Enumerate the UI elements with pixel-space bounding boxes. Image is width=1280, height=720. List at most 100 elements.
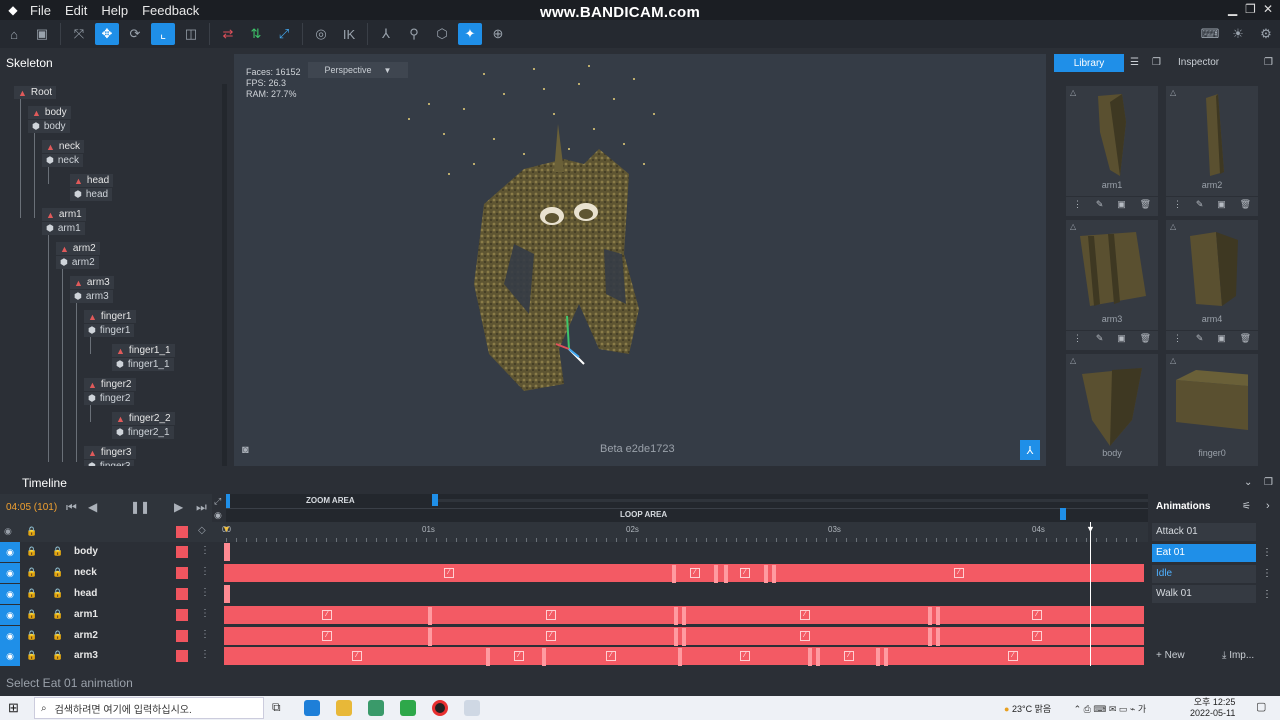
more-icon[interactable]: ⋮ (1073, 333, 1082, 344)
lock-icon[interactable]: 🔒 (26, 546, 37, 557)
tree-node-neck[interactable]: ▲ neck ⬢ neck (42, 140, 162, 168)
camera-icon[interactable]: ◙ (242, 444, 258, 456)
copy-icon[interactable]: ▣ (1117, 199, 1126, 210)
color-swatch[interactable] (176, 609, 188, 621)
keyframe-icon[interactable]: ⁄ (954, 568, 964, 578)
tab-library[interactable]: Library (1054, 54, 1124, 72)
lock-icon[interactable]: 🔒 (26, 526, 37, 537)
popout-icon[interactable]: ❐ (1264, 57, 1273, 68)
tree-node-arm2[interactable]: ▲ arm2 ⬢ arm2 (56, 242, 176, 270)
library-item-finger0[interactable]: △ finger0 (1166, 354, 1258, 466)
menu-help[interactable]: Help (101, 3, 128, 18)
keyframe-bar[interactable]: ⁄ ⁄ ⁄ ⁄ (224, 564, 1144, 583)
keyframe-bar[interactable] (224, 543, 230, 561)
import-animation-button[interactable]: ⤓ Imp... (1222, 650, 1254, 661)
keyframe-bar[interactable] (224, 585, 230, 603)
file-explorer-icon[interactable] (336, 700, 352, 716)
record-icon[interactable] (432, 700, 448, 716)
keyframe-icon[interactable]: ⁄ (1008, 651, 1018, 661)
lock-icon[interactable]: 🔒 (26, 588, 37, 599)
track-row-head[interactable]: ◉ 🔒 🔒 head ⋮ (0, 584, 1148, 604)
camera-mode-select[interactable]: Perspective ▼ (308, 62, 408, 78)
cube-icon[interactable]: ⬡ (430, 23, 454, 45)
axis-toggle-icon[interactable]: ⅄ (1020, 440, 1040, 460)
expand-icon[interactable]: ⤢ (214, 496, 221, 507)
lock-icon[interactable]: 🔒 (52, 609, 63, 620)
more-icon[interactable]: ⋮ (200, 629, 210, 640)
zoom-loop-area[interactable]: ZOOM AREA LOOP AREA (226, 494, 1148, 522)
eye-icon[interactable]: ◉ (0, 646, 20, 666)
eye-icon[interactable]: ◉ (0, 605, 20, 625)
keyframe-icon[interactable]: ⁄ (546, 610, 556, 620)
chevron-right-icon[interactable]: › (1266, 500, 1270, 512)
library-item-arm1[interactable]: △ arm1 ⋮ ✎ ▣ 🗑 (1066, 86, 1158, 216)
eye-icon[interactable]: ◉ (214, 510, 222, 521)
save-icon[interactable]: ▣ (30, 23, 54, 45)
keyframe-icon[interactable]: ⁄ (546, 631, 556, 641)
global-space-icon[interactable]: ◫ (179, 23, 203, 45)
restore-icon[interactable]: ❐ (1245, 2, 1256, 16)
track-row-body[interactable]: ◉ 🔒 🔒 body ⋮ (0, 542, 1148, 562)
tab-inspector[interactable]: Inspector (1178, 57, 1219, 68)
weather-widget[interactable]: ● 23°C 맑음 ⌃ ⎙ ⌨ ✉ ▭ ⌁ 가 (1004, 702, 1146, 715)
lock-icon[interactable]: 🔒 (52, 567, 63, 578)
step-forward-icon[interactable]: ▶ (174, 500, 183, 514)
eye-icon[interactable]: ◉ (0, 584, 20, 604)
menu-feedback[interactable]: Feedback (142, 3, 199, 18)
lock-icon[interactable]: 🔒 (52, 630, 63, 641)
loop-end-handle[interactable] (1060, 508, 1066, 520)
delete-icon[interactable]: 🗑 (1140, 333, 1151, 344)
lock-icon[interactable]: 🔒 (52, 546, 63, 557)
menu-file[interactable]: File (30, 3, 51, 18)
color-swatch[interactable] (176, 546, 188, 558)
track-row-arm3[interactable]: ◉ 🔒 🔒 arm3 ⋮ ⁄ ⁄ ⁄ ⁄ ⁄ ⁄ (0, 646, 1148, 666)
local-space-icon[interactable]: ⌞ (151, 23, 175, 45)
menu-edit[interactable]: Edit (65, 3, 87, 18)
popout-icon[interactable]: ❐ (1152, 57, 1161, 68)
time-ruler[interactable]: 00 01s 02s 03s 04s ▼ ▼ (222, 522, 1148, 542)
more-icon[interactable]: ⋮ (200, 608, 210, 619)
skip-start-icon[interactable]: ⏮ (66, 500, 77, 515)
more-icon[interactable]: ⋮ (200, 566, 210, 577)
tree-node-body[interactable]: ▲ body ⬢ body (28, 106, 148, 134)
new-animation-button[interactable]: + New (1156, 650, 1185, 661)
home-icon[interactable]: ⌂ (2, 23, 26, 45)
more-icon[interactable]: ⋮ (1073, 199, 1082, 210)
edit-icon[interactable]: ✎ (1196, 333, 1204, 344)
mirror-y-icon[interactable]: ⇅ (244, 23, 268, 45)
tree-node-finger3[interactable]: ▲finger3 ⬢ finger3 (84, 446, 204, 466)
animation-item-walk01[interactable]: Walk 01 (1152, 585, 1256, 603)
keyframe-bar[interactable]: ⁄ ⁄ ⁄ ⁄ ⁄ ⁄ (224, 647, 1144, 666)
keyframe-icon[interactable]: ◇ (198, 525, 206, 536)
more-icon[interactable]: ⋮ (200, 649, 210, 660)
delete-icon[interactable]: 🗑 (1140, 199, 1151, 210)
keyframe-icon[interactable]: ⁄ (322, 610, 332, 620)
keyframe-icon[interactable]: ⁄ (606, 651, 616, 661)
keyframe-icon[interactable]: ⁄ (740, 568, 750, 578)
color-swatch[interactable] (176, 650, 188, 662)
keyframe-icon[interactable]: ⁄ (514, 651, 524, 661)
track-row-neck[interactable]: ◉ 🔒 🔒 neck ⋮ ⁄ ⁄ ⁄ ⁄ (0, 563, 1148, 583)
keyframe-bar[interactable]: ⁄ ⁄ ⁄ ⁄ (224, 606, 1144, 625)
keyframe-icon[interactable]: ⁄ (352, 651, 362, 661)
animation-item-attack01[interactable]: Attack 01 (1152, 523, 1256, 541)
keyframe-icon[interactable]: ⁄ (1032, 631, 1042, 641)
eye-icon[interactable]: ◉ (0, 563, 20, 583)
keyframe-bar[interactable]: ⁄ ⁄ ⁄ ⁄ (224, 627, 1144, 646)
lock-icon[interactable]: 🔒 (52, 650, 63, 661)
color-swatch[interactable] (176, 526, 188, 538)
color-swatch[interactable] (176, 588, 188, 600)
lock-icon[interactable]: 🔒 (52, 588, 63, 599)
keyframe-icon[interactable]: ⁄ (844, 651, 854, 661)
bone-tool-icon[interactable]: ⅄ (374, 23, 398, 45)
mirror-z-icon[interactable]: ⤢ (272, 23, 296, 45)
chevron-down-icon[interactable]: ⌄ (1244, 477, 1252, 488)
animation-item-eat01[interactable]: Eat 01 (1152, 544, 1256, 562)
keyframe-icon[interactable]: ⁄ (1032, 610, 1042, 620)
tree-node-head[interactable]: ▲ head ⬢ head (70, 174, 190, 202)
keyframe-icon[interactable]: ⁄ (322, 631, 332, 641)
windows-start-icon[interactable]: ⊞ (8, 700, 19, 716)
playhead[interactable] (1090, 522, 1091, 666)
ik-icon[interactable]: IK (337, 23, 361, 45)
edit-icon[interactable]: ✎ (1096, 333, 1104, 344)
